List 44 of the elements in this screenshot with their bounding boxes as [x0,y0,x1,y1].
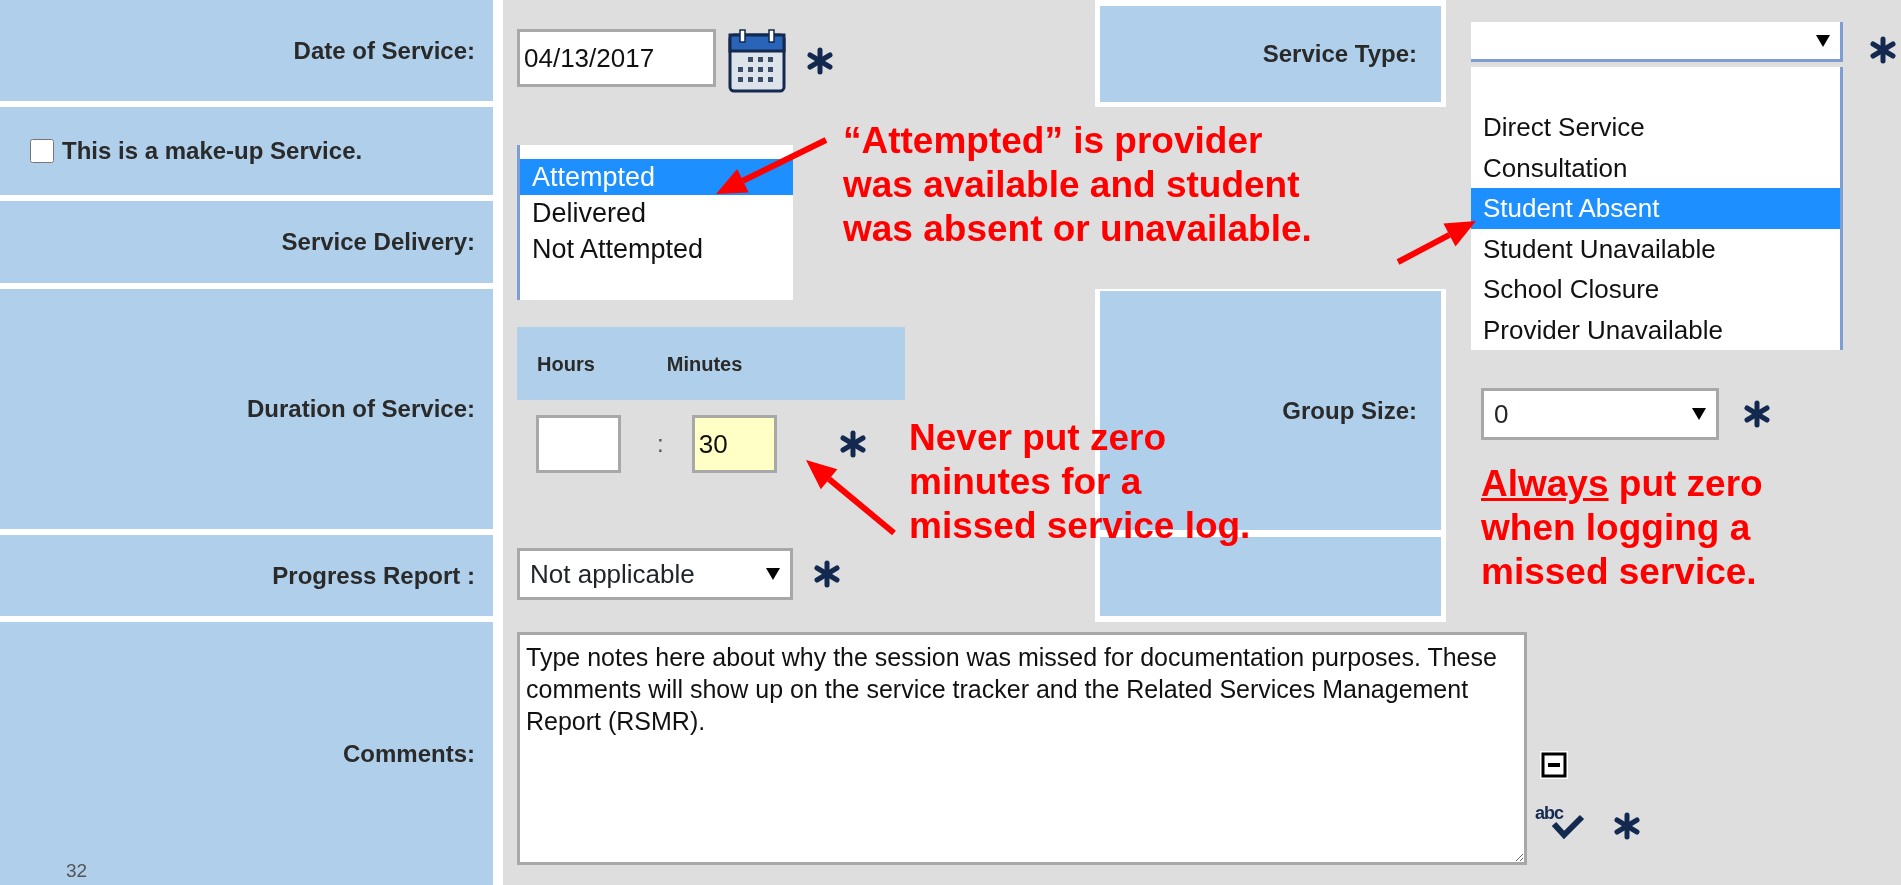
dropdown-option[interactable]: Provider Unavailable [1471,309,1840,350]
field-label: Progress Report : [272,560,475,591]
hours-field[interactable] [536,415,621,473]
select-value: Not applicable [530,557,695,591]
checkbox-label: This is a make-up Service. [62,136,363,166]
listbox-option[interactable]: Delivered [520,195,793,231]
caret-icon [766,568,780,580]
dropdown-option[interactable]: Direct Service [1471,107,1840,148]
required-icon [1613,812,1641,840]
comments-field[interactable]: Type notes here about why the session was missed for documentation purposes. These comments will show up on the service tracker and the Related Services Management Report (RSMR). [517,632,1527,865]
group-size-select[interactable]: 0 [1481,388,1719,440]
required-icon [838,430,867,458]
field-label: Date of Service: [293,35,475,66]
required-icon [813,560,841,588]
column-label: Hours [537,351,595,377]
collapse-icon[interactable] [1539,750,1569,780]
make-up-checkbox[interactable] [30,139,54,163]
annotation-text: “Attempted” is provider was available and student was absent or unavailable. [843,119,1312,251]
dropdown-option[interactable]: Consultation [1471,147,1840,188]
field-label: Duration of Service: [246,394,475,424]
required-icon [1869,36,1897,64]
column-label: Minutes [666,351,743,377]
minutes-field[interactable]: 30 [691,415,777,473]
required-icon [806,47,834,75]
field-label: Service Delivery: [281,227,475,257]
listbox-option[interactable]: Not Attempted [520,231,793,267]
page-number: 32 [66,858,88,883]
separator-text: : [657,429,664,459]
caret-icon [1692,408,1706,420]
delivery-listbox[interactable]: Attempted Delivered Not Attempted [517,145,793,300]
annotation-text: Never put zero minutes for a missed service log. [909,416,1251,548]
select-value: 0 [1494,397,1509,431]
dropdown-option[interactable]: Student Unavailable [1471,228,1840,269]
field-label: Comments: [343,738,475,769]
caret-icon [1816,34,1830,47]
field-label: Group Size: [1282,395,1417,426]
annotation-text: Always put zero when logging a missed service. [1481,462,1763,594]
date-field[interactable]: 04/13/2017 [517,29,716,87]
calendar-icon[interactable] [728,29,786,93]
service-type-select[interactable] [1471,22,1843,62]
required-icon [1743,400,1771,428]
dropdown-option[interactable]: School Closure [1471,269,1840,310]
progress-report-select[interactable]: Not applicable [517,548,793,600]
field-label: Service Type: [1262,39,1417,69]
